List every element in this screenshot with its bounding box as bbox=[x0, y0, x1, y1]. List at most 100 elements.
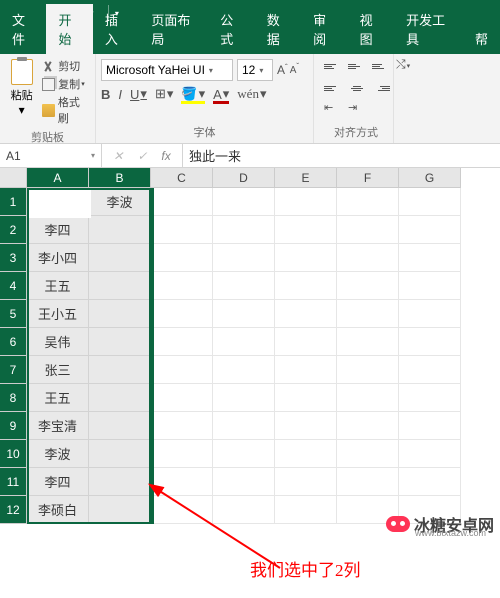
cell[interactable] bbox=[213, 188, 275, 216]
tab-formulas[interactable]: 公式 bbox=[208, 4, 254, 54]
cell[interactable] bbox=[275, 328, 337, 356]
phonetic-button[interactable]: wén▾ bbox=[237, 86, 266, 102]
cell[interactable] bbox=[213, 272, 275, 300]
align-middle-button[interactable] bbox=[348, 57, 366, 75]
column-header-A[interactable]: A bbox=[27, 168, 89, 188]
cell[interactable] bbox=[89, 440, 151, 468]
cell[interactable] bbox=[399, 244, 461, 272]
select-all-corner[interactable] bbox=[0, 168, 27, 188]
cell[interactable] bbox=[151, 356, 213, 384]
fill-color-button[interactable]: 🪣▾ bbox=[181, 86, 205, 102]
underline-button[interactable]: U▾ bbox=[130, 86, 147, 102]
bold-button[interactable]: B bbox=[101, 87, 110, 102]
cell[interactable]: 李四 bbox=[27, 216, 89, 244]
cell[interactable] bbox=[89, 496, 151, 524]
cell[interactable] bbox=[275, 356, 337, 384]
cell[interactable] bbox=[399, 384, 461, 412]
cell[interactable] bbox=[399, 412, 461, 440]
cell[interactable]: 李小四 bbox=[27, 244, 89, 272]
column-header-G[interactable]: G bbox=[399, 168, 461, 188]
cell[interactable] bbox=[213, 384, 275, 412]
cell[interactable] bbox=[89, 468, 151, 496]
row-header[interactable]: 1 bbox=[0, 188, 27, 216]
align-top-button[interactable] bbox=[324, 57, 342, 75]
cell[interactable] bbox=[213, 496, 275, 524]
cell[interactable] bbox=[275, 412, 337, 440]
align-right-button[interactable] bbox=[372, 79, 390, 97]
cell[interactable] bbox=[89, 272, 151, 300]
cell[interactable] bbox=[89, 300, 151, 328]
cell[interactable] bbox=[399, 216, 461, 244]
cell[interactable]: 李波 bbox=[89, 188, 151, 216]
cell[interactable]: 王五 bbox=[27, 272, 89, 300]
cell[interactable]: 李硕白 bbox=[27, 496, 89, 524]
row-header[interactable]: 4 bbox=[0, 272, 27, 300]
enter-icon[interactable]: ✓ bbox=[137, 149, 147, 163]
cell[interactable]: 李四 bbox=[27, 468, 89, 496]
cell[interactable] bbox=[89, 328, 151, 356]
cell[interactable]: 王五 bbox=[27, 384, 89, 412]
tab-developer[interactable]: 开发工具 bbox=[394, 4, 463, 54]
cell[interactable] bbox=[399, 440, 461, 468]
cell[interactable] bbox=[89, 216, 151, 244]
cell[interactable] bbox=[151, 328, 213, 356]
cell[interactable] bbox=[213, 440, 275, 468]
cell[interactable] bbox=[399, 356, 461, 384]
cell[interactable] bbox=[275, 440, 337, 468]
row-header[interactable]: 12 bbox=[0, 496, 27, 524]
cell[interactable]: 吴伟 bbox=[27, 328, 89, 356]
font-size-combo[interactable]: 12▾ bbox=[237, 59, 273, 81]
cancel-icon[interactable]: ✕ bbox=[113, 149, 123, 163]
cell[interactable] bbox=[275, 272, 337, 300]
row-header[interactable]: 8 bbox=[0, 384, 27, 412]
font-name-combo[interactable]: Microsoft YaHei UI▾ bbox=[101, 59, 233, 81]
copy-button[interactable]: 复制▾ bbox=[42, 76, 90, 92]
fx-icon[interactable]: fx bbox=[161, 149, 170, 163]
cell[interactable] bbox=[337, 468, 399, 496]
cell[interactable] bbox=[399, 188, 461, 216]
cell[interactable] bbox=[151, 412, 213, 440]
column-header-F[interactable]: F bbox=[337, 168, 399, 188]
row-header[interactable]: 10 bbox=[0, 440, 27, 468]
cell[interactable] bbox=[337, 356, 399, 384]
cell[interactable] bbox=[337, 300, 399, 328]
tab-home[interactable]: 开始 bbox=[46, 4, 92, 54]
tab-data[interactable]: 数据 bbox=[255, 4, 301, 54]
cell[interactable]: 李波 bbox=[27, 440, 89, 468]
cut-button[interactable]: 剪切 bbox=[42, 58, 90, 74]
cell[interactable] bbox=[89, 244, 151, 272]
cell[interactable] bbox=[337, 384, 399, 412]
row-header[interactable]: 11 bbox=[0, 468, 27, 496]
cell[interactable] bbox=[151, 384, 213, 412]
cell[interactable] bbox=[337, 216, 399, 244]
cell[interactable] bbox=[89, 356, 151, 384]
row-header[interactable]: 7 bbox=[0, 356, 27, 384]
column-header-C[interactable]: C bbox=[151, 168, 213, 188]
cell[interactable] bbox=[275, 468, 337, 496]
tab-page-layout[interactable]: 页面布局 bbox=[139, 4, 208, 54]
cell[interactable] bbox=[399, 468, 461, 496]
cell[interactable] bbox=[337, 272, 399, 300]
cell[interactable] bbox=[337, 244, 399, 272]
cell[interactable] bbox=[213, 300, 275, 328]
increase-indent-button[interactable]: ⇥ bbox=[348, 101, 366, 119]
cell[interactable]: 李宝清 bbox=[27, 412, 89, 440]
cell[interactable] bbox=[275, 384, 337, 412]
paste-button[interactable]: 粘贴 ▾ bbox=[5, 57, 38, 127]
cell[interactable] bbox=[151, 188, 213, 216]
cell[interactable]: 王小五 bbox=[27, 300, 89, 328]
align-left-button[interactable] bbox=[324, 79, 342, 97]
cell[interactable] bbox=[213, 412, 275, 440]
cell[interactable] bbox=[213, 468, 275, 496]
cell[interactable] bbox=[337, 440, 399, 468]
tab-review[interactable]: 审阅 bbox=[301, 4, 347, 54]
cell[interactable] bbox=[337, 188, 399, 216]
cell[interactable] bbox=[337, 328, 399, 356]
tab-help[interactable]: 帮 bbox=[463, 23, 500, 54]
decrease-font-button[interactable]: Aˇ bbox=[290, 65, 299, 76]
font-color-button[interactable]: A▾ bbox=[213, 86, 229, 102]
border-button[interactable]: ⊞▾ bbox=[155, 86, 173, 102]
row-header[interactable]: 2 bbox=[0, 216, 27, 244]
cell[interactable] bbox=[275, 496, 337, 524]
cell[interactable] bbox=[151, 468, 213, 496]
